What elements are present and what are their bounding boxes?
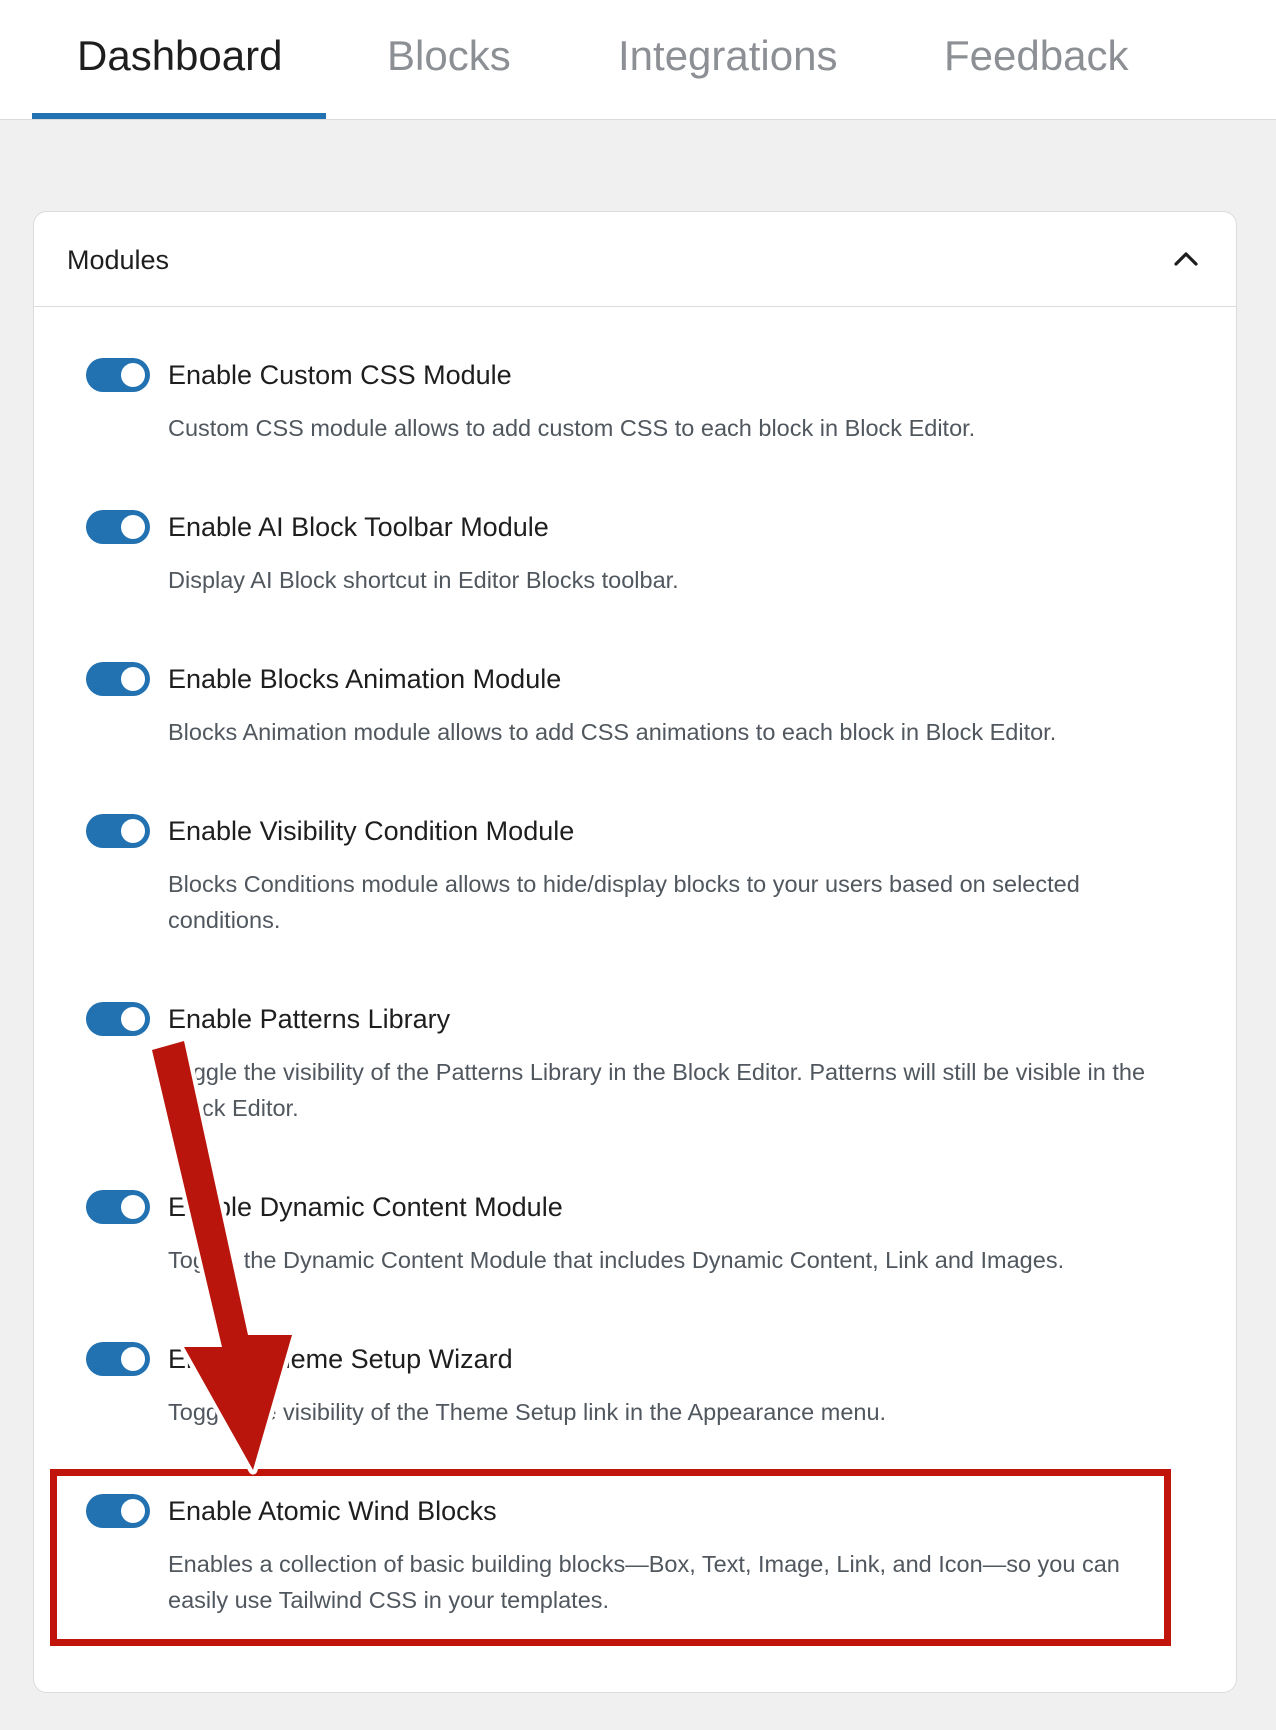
module-description: Toggle the visibility of the Theme Setup… xyxy=(168,1399,887,1425)
toggle-knob xyxy=(121,515,145,539)
module-title: Enable Dynamic Content Module xyxy=(168,1192,563,1222)
module-description: Blocks Conditions module allows to hide/… xyxy=(168,871,1080,933)
module-description: Enables a collection of basic building b… xyxy=(168,1551,1120,1613)
dynamic-content-toggle[interactable] xyxy=(86,1190,150,1224)
module-description: Toggle the visibility of the Patterns Li… xyxy=(168,1059,1146,1121)
patterns-library-toggle[interactable] xyxy=(86,1002,150,1036)
ai-block-toolbar-toggle[interactable] xyxy=(86,510,150,544)
toggle-knob xyxy=(121,363,145,387)
module-description: Custom CSS module allows to add custom C… xyxy=(168,415,976,441)
top-tabs: Dashboard Blocks Integrations Feedback xyxy=(0,0,1276,120)
toggle-knob xyxy=(121,667,145,691)
toggle-knob xyxy=(121,1499,145,1523)
module-title: Enable AI Block Toolbar Module xyxy=(168,512,549,542)
modules-panel: Modules Enable Custom CSS Module Custom … xyxy=(33,211,1237,1693)
modules-panel-title: Modules xyxy=(67,245,170,275)
toggle-knob xyxy=(121,1347,145,1371)
custom-css-toggle[interactable] xyxy=(86,358,150,392)
toggle-knob xyxy=(121,819,145,843)
module-description: Display AI Block shortcut in Editor Bloc… xyxy=(168,567,679,593)
module-title: Enable Theme Setup Wizard xyxy=(168,1344,513,1374)
module-title: Enable Blocks Animation Module xyxy=(168,664,562,694)
atomic-wind-blocks-toggle[interactable] xyxy=(86,1494,150,1528)
visibility-condition-toggle[interactable] xyxy=(86,814,150,848)
module-title: Enable Custom CSS Module xyxy=(168,360,512,390)
toggle-knob xyxy=(121,1195,145,1219)
module-description: Blocks Animation module allows to add CS… xyxy=(168,719,1057,745)
active-tab-indicator xyxy=(32,113,326,119)
module-title: Enable Patterns Library xyxy=(168,1004,451,1034)
module-title: Enable Visibility Condition Module xyxy=(168,816,575,846)
toggle-knob xyxy=(121,1007,145,1031)
tab-dashboard[interactable]: Dashboard xyxy=(77,28,282,84)
tab-blocks[interactable]: Blocks xyxy=(387,28,511,84)
chevron-up-icon[interactable] xyxy=(1169,242,1203,276)
tab-feedback[interactable]: Feedback xyxy=(944,28,1128,84)
modules-panel-header[interactable]: Modules xyxy=(34,212,1236,307)
blocks-animation-toggle[interactable] xyxy=(86,662,150,696)
module-title: Enable Atomic Wind Blocks xyxy=(168,1496,497,1526)
module-description: Toggle the Dynamic Content Module that i… xyxy=(168,1247,1065,1273)
theme-setup-wizard-toggle[interactable] xyxy=(86,1342,150,1376)
tab-integrations[interactable]: Integrations xyxy=(618,28,837,84)
